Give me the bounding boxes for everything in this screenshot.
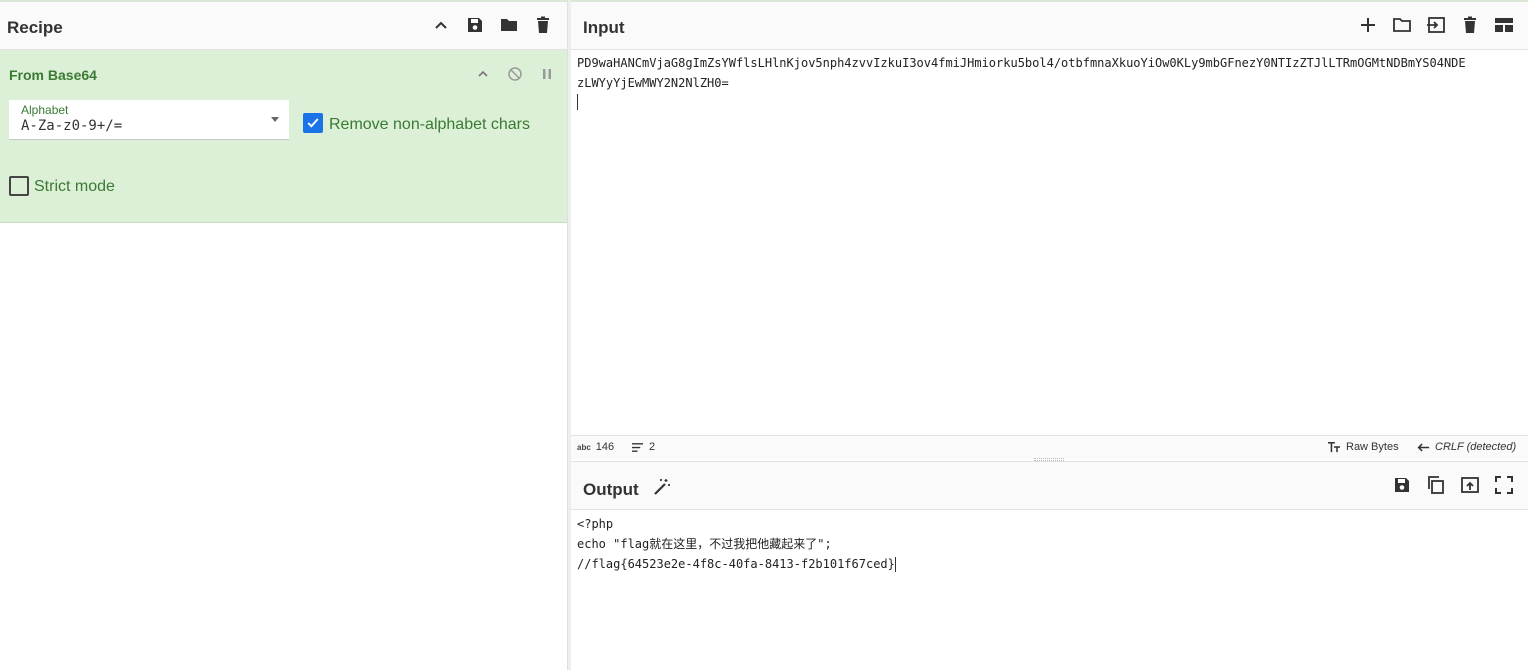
alphabet-select[interactable]: Alphabet A-Za-z0-9+/= — [9, 100, 289, 140]
input-pane: Input PD9waHANCmVjaG8gImZsYWflsLHlnKjov5… — [571, 2, 1528, 459]
recipe-title: Recipe — [7, 18, 63, 37]
collapse-all-icon[interactable] — [430, 14, 452, 36]
maximise-output-icon[interactable] — [1493, 474, 1515, 496]
operation-from-base64: From Base64 Alphabet A-Za-z0-9+/= Remove… — [0, 50, 567, 223]
input-title: Input — [583, 18, 625, 37]
remove-non-alphabet-checkbox[interactable] — [303, 113, 323, 133]
text-cursor — [894, 557, 896, 572]
lines-icon — [632, 442, 643, 452]
chevron-down-icon — [271, 117, 279, 122]
operation-title: From Base64 — [9, 67, 97, 83]
output-line: <?php — [577, 517, 614, 531]
output-pane: Output <?php echo "flag就在这里，不过我把他藏起来了"; … — [571, 461, 1528, 670]
input-lines-count: 2 — [649, 441, 656, 453]
text-type-icon — [1328, 441, 1340, 453]
recipe-pane: Recipe From Base64 Alphabet A-Za-z0-9+/=… — [0, 2, 567, 670]
input-status-bar: abc 146 2 Raw Bytes CRLF (detected) — [571, 435, 1528, 459]
eol-label: CRLF (detected) — [1435, 441, 1517, 453]
output-line-text: //flag{64523e2e-4f8c-40fa-8413-f2b101f67… — [577, 557, 895, 571]
input-line: zLWYyYjEwMWY2N2NlZH0= — [577, 76, 729, 90]
save-output-icon[interactable] — [1391, 474, 1413, 496]
alphabet-value: A-Za-z0-9+/= — [21, 118, 123, 134]
eol-selector[interactable]: CRLF (detected) — [1416, 441, 1516, 453]
breakpoint-pause-icon[interactable] — [536, 63, 558, 85]
output-header: Output — [571, 462, 1528, 510]
hide-args-icon[interactable] — [472, 63, 494, 85]
clear-recipe-icon[interactable] — [532, 14, 554, 36]
checkmark-icon — [307, 118, 319, 128]
replace-input-icon[interactable] — [1459, 474, 1481, 496]
output-title: Output — [583, 480, 639, 499]
open-file-icon[interactable] — [1391, 14, 1413, 36]
copy-output-icon[interactable] — [1425, 474, 1447, 496]
encoding-label: Raw Bytes — [1346, 441, 1399, 453]
output-line: //flag{64523e2e-4f8c-40fa-8413-f2b101f67… — [577, 554, 1525, 574]
save-recipe-icon[interactable] — [464, 14, 486, 36]
length-icon: abc — [577, 442, 591, 452]
reset-layout-icon[interactable] — [1493, 14, 1515, 36]
input-length: 146 — [595, 441, 615, 453]
strict-mode-label: Strict mode — [34, 178, 115, 195]
alphabet-label: Alphabet — [21, 103, 69, 117]
recipe-header: Recipe — [0, 2, 567, 50]
remove-non-alphabet-label: Remove non-alphabet chars — [329, 116, 531, 133]
magic-wand-icon[interactable] — [651, 476, 673, 498]
input-header: Input — [571, 2, 1528, 50]
return-arrow-icon — [1417, 442, 1430, 452]
encoding-selector[interactable]: Raw Bytes — [1327, 441, 1399, 453]
output-line: echo "flag就在这里，不过我把他藏起来了"; — [577, 537, 832, 551]
output-text-area[interactable]: <?php echo "flag就在这里，不过我把他藏起来了"; //flag{… — [577, 514, 1525, 574]
input-textarea[interactable]: PD9waHANCmVjaG8gImZsYWflsLHlnKjov5nph4zv… — [577, 53, 1525, 93]
disable-operation-icon[interactable] — [504, 63, 526, 85]
open-folder-icon[interactable] — [1425, 14, 1447, 36]
add-tab-icon[interactable] — [1357, 14, 1379, 36]
load-recipe-icon[interactable] — [498, 14, 520, 36]
input-line: PD9waHANCmVjaG8gImZsYWflsLHlnKjov5nph4zv… — [577, 56, 1466, 70]
strict-mode-checkbox[interactable] — [9, 176, 29, 196]
clear-input-icon[interactable] — [1459, 14, 1481, 36]
text-cursor — [577, 94, 578, 110]
